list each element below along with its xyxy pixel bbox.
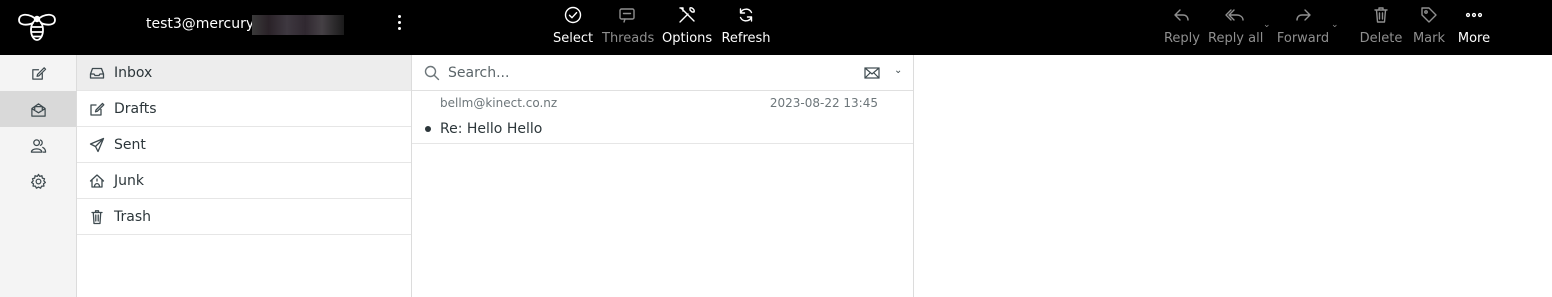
threads-button[interactable]: Threads [602,0,655,55]
unread-indicator-dot-icon[interactable] [425,126,431,132]
mail-icon [30,102,46,117]
message-sender: bellm@kinect.co.nz [440,96,558,110]
mark-label: Mark [1412,31,1446,46]
drafts-icon [90,102,105,116]
refresh-button[interactable]: Refresh [721,0,771,55]
folder-inbox[interactable]: Inbox [77,55,411,91]
search-input[interactable] [448,62,828,84]
message-date: 2023-08-22 13:45 [769,96,878,110]
trash-icon [91,209,103,224]
search-bar: ⌄ [412,55,913,91]
forward-dropdown-chevron-icon[interactable]: ⌄ [1331,20,1339,30]
reply-all-dropdown-chevron-icon[interactable]: ⌄ [1263,20,1271,30]
compose-icon [31,66,46,80]
top-toolbar: test3@mercury. Select Threads Options Re… [0,0,1552,55]
options-button[interactable]: Options [662,0,712,55]
compose-button[interactable] [0,55,76,91]
message-list-panel: ⌄ bellm@kinect.co.nz 2023-08-22 13:45 Re… [412,55,914,297]
reply-all-button[interactable]: Reply all [1208,0,1264,55]
contacts-nav-button[interactable] [0,127,76,163]
threads-icon [602,0,652,30]
search-options-chevron-down-icon[interactable]: ⌄ [894,65,902,76]
sent-icon [89,137,105,152]
forward-label: Forward [1276,31,1330,46]
search-scope-envelope-icon[interactable] [864,65,880,79]
message-subject: Re: Hello Hello [440,121,543,137]
select-label: Select [553,31,594,46]
reply-button[interactable]: Reply [1162,0,1202,55]
options-label: Options [662,31,713,46]
reply-icon [1162,0,1202,30]
settings-gear-icon [30,173,46,189]
more-button[interactable]: More [1454,0,1494,55]
app-logo-bee-icon[interactable] [16,11,58,43]
folder-drafts[interactable]: Drafts [77,91,411,127]
select-button[interactable]: Select [553,0,593,55]
search-icon[interactable] [424,65,440,81]
reply-all-label: Reply all [1208,31,1264,46]
settings-nav-button[interactable] [0,163,76,199]
reading-pane [914,55,1552,297]
message-row[interactable]: bellm@kinect.co.nz 2023-08-22 13:45 Re: … [412,91,913,144]
select-circle-check-icon [553,0,593,30]
inbox-icon [89,67,105,79]
mark-button[interactable]: Mark [1409,0,1449,55]
contacts-icon [30,138,46,153]
delete-button[interactable]: Delete [1359,0,1403,55]
redacted-account-domain [252,15,344,35]
mail-nav-button[interactable] [0,91,76,127]
more-label: More [1457,31,1491,46]
tag-icon [1409,0,1449,30]
folder-label: Junk [114,172,144,189]
forward-button[interactable]: Forward [1276,0,1330,55]
reply-all-icon [1208,0,1262,30]
folder-label: Sent [114,136,146,153]
folder-sent[interactable]: Sent [77,127,411,163]
delete-label: Delete [1359,31,1403,46]
folder-list: Inbox Drafts Sent Junk Trash [77,55,412,297]
account-email: test3@mercury. [146,16,257,32]
refresh-icon [721,0,771,30]
forward-icon [1276,0,1330,30]
reply-label: Reply [1163,31,1200,46]
main-nav-strip [0,55,77,297]
folder-label: Trash [114,208,151,225]
threads-label: Threads [602,31,655,46]
folder-junk[interactable]: Junk [77,163,411,199]
refresh-label: Refresh [721,31,771,46]
folder-trash[interactable]: Trash [77,199,411,235]
trash-icon [1359,0,1403,30]
account-menu-kebab-icon[interactable] [392,13,406,37]
junk-icon [89,173,105,188]
more-dots-icon [1454,0,1494,30]
folder-label: Inbox [114,64,153,81]
options-tools-icon [662,0,712,30]
folder-label: Drafts [114,100,157,117]
